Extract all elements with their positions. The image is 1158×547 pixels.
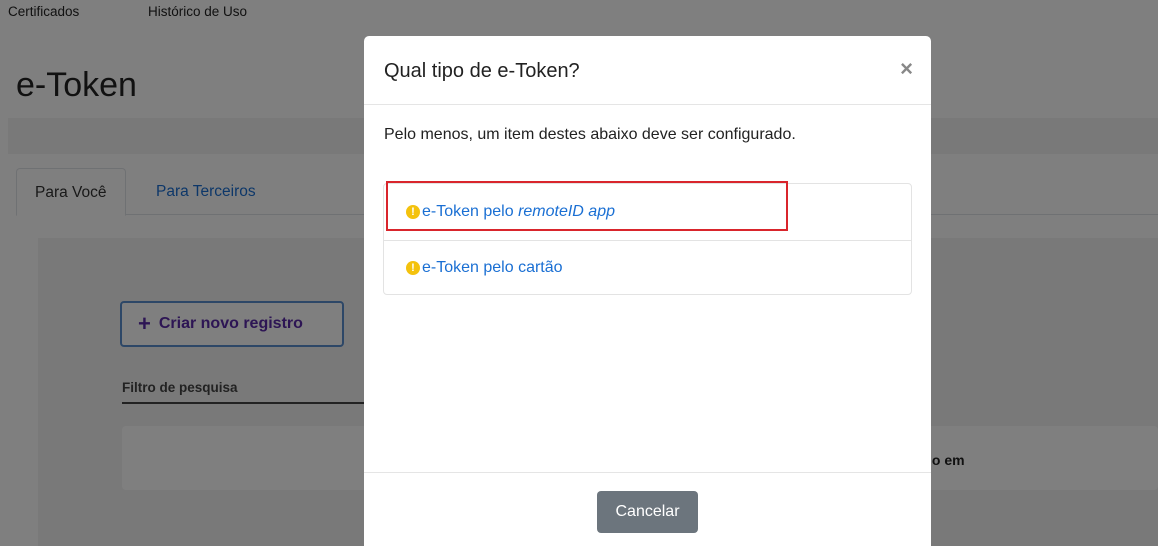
modal-title: Qual tipo de e-Token?: [384, 60, 580, 82]
modal-description: Pelo menos, um item destes abaixo deve s…: [384, 126, 796, 143]
etoken-option-list: ! e-Token pelo remoteID app ! e-Token pe…: [383, 183, 912, 295]
exclamation-circle-icon: !: [406, 204, 420, 219]
option-cartao-label: e-Token pelo cartão: [422, 259, 563, 276]
option-remoteid-app[interactable]: ! e-Token pelo remoteID app: [384, 184, 911, 239]
close-icon[interactable]: ×: [900, 56, 913, 82]
modal-footer: Cancelar: [364, 472, 931, 547]
option-remoteid-prefix: e-Token pelo: [422, 202, 519, 220]
etoken-type-modal: Qual tipo de e-Token? × Pelo menos, um i…: [364, 36, 931, 546]
cancel-button[interactable]: Cancelar: [597, 491, 698, 533]
modal-header: Qual tipo de e-Token? ×: [364, 36, 931, 105]
exclamation-circle-icon: !: [406, 261, 420, 275]
option-cartao[interactable]: ! e-Token pelo cartão: [384, 240, 911, 295]
option-remoteid-emphasis: remoteID app: [518, 202, 615, 220]
